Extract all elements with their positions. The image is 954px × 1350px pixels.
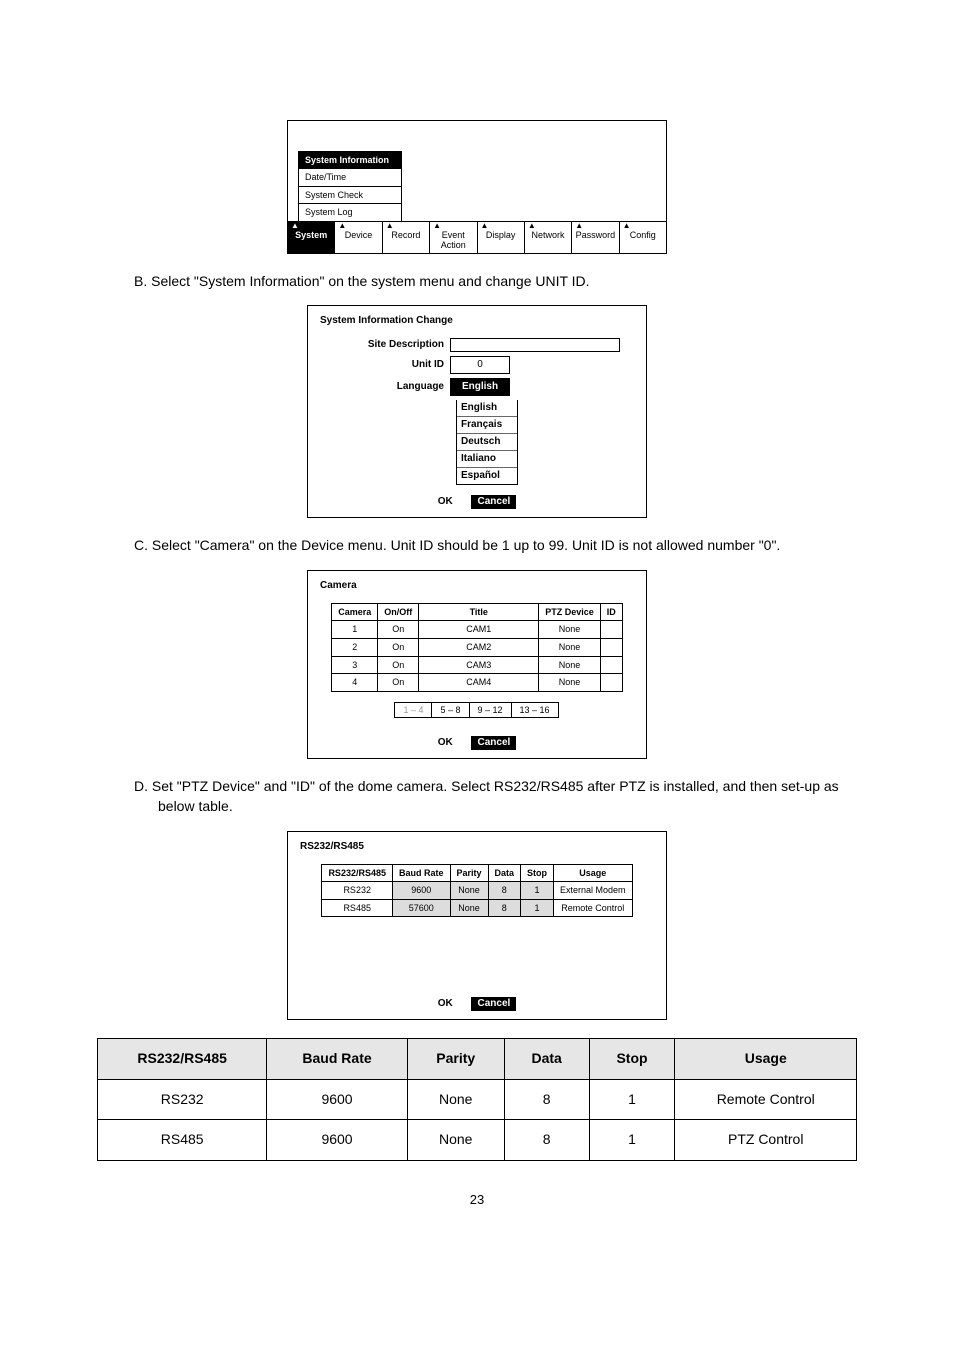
language-option[interactable]: Español	[457, 468, 517, 484]
language-option[interactable]: Italiano	[457, 451, 517, 468]
tab-password[interactable]: ▲Password	[572, 222, 619, 253]
camera-table: Camera On/Off Title PTZ Device ID 1OnCAM…	[331, 603, 623, 692]
dialog-title: RS232/RS485	[300, 840, 654, 854]
dialog-title: System Information Change	[320, 314, 634, 328]
cancel-button[interactable]: Cancel	[471, 736, 516, 750]
table-row[interactable]: 3OnCAM3None	[332, 656, 623, 674]
tab-network[interactable]: ▲Network	[525, 222, 572, 253]
pager-segment[interactable]: 1 – 4	[394, 702, 432, 719]
site-description-field[interactable]	[450, 338, 620, 352]
menu-item-system-log[interactable]: System Log	[298, 203, 402, 222]
system-info-change-dialog: System Information Change Site Descripti…	[307, 305, 647, 518]
tab-display[interactable]: ▲Display	[478, 222, 525, 253]
table-row[interactable]: RS48557600None81Remote Control	[322, 899, 632, 917]
table-row[interactable]: 4OnCAM4None	[332, 674, 623, 692]
unit-id-label: Unit ID	[320, 358, 450, 372]
rs-table: RS232/RS485Baud RateParityDataStopUsage …	[321, 864, 632, 918]
step-d-text: D. Set "PTZ Device" and "ID" of the dome…	[134, 777, 864, 816]
pager-segment[interactable]: 5 – 8	[431, 702, 469, 719]
camera-pager: 1 – 45 – 89 – 1213 – 16	[320, 702, 634, 719]
tab-config[interactable]: ▲Config	[620, 222, 666, 253]
system-menu-dialog: System Information Date/Time System Chec…	[287, 120, 667, 254]
system-menu-area: System Information Date/Time System Chec…	[288, 121, 666, 221]
col-camera: Camera	[332, 603, 378, 621]
site-description-label: Site Description	[320, 338, 450, 352]
col-onoff: On/Off	[378, 603, 419, 621]
ok-button[interactable]: OK	[438, 998, 453, 1009]
table-header-row: RS232/RS485Baud RateParityDataStopUsage	[322, 864, 632, 882]
page-number: 23	[90, 1191, 864, 1209]
system-stack-menu: System Information Date/Time System Chec…	[298, 151, 402, 221]
rs-dialog: RS232/RS485 RS232/RS485Baud RateParityDa…	[287, 831, 667, 1021]
col-title: Title	[419, 603, 539, 621]
unit-id-field[interactable]: 0	[450, 356, 510, 374]
dialog-title: Camera	[320, 579, 634, 593]
table-row[interactable]: RS2329600None81External Modem	[322, 882, 632, 900]
camera-dialog: Camera Camera On/Off Title PTZ Device ID…	[307, 570, 647, 760]
cancel-button[interactable]: Cancel	[471, 997, 516, 1011]
language-option[interactable]: Français	[457, 417, 517, 434]
tab-record[interactable]: ▲Record	[383, 222, 430, 253]
menu-item-system-information[interactable]: System Information	[298, 151, 402, 170]
step-b-text: B. Select "System Information" on the sy…	[134, 272, 864, 292]
ok-button[interactable]: OK	[438, 737, 453, 748]
ok-button[interactable]: OK	[438, 496, 453, 507]
step-c-text: C. Select "Camera" on the Device menu. U…	[134, 536, 864, 556]
table-row: RS4859600None81PTZ Control	[98, 1120, 857, 1161]
table-row[interactable]: 1OnCAM1None	[332, 621, 623, 639]
pager-segment[interactable]: 9 – 12	[469, 702, 512, 719]
language-label: Language	[320, 380, 450, 394]
col-ptz: PTZ Device	[539, 603, 601, 621]
tab-bar: ▲System ▲Device ▲Record ▲Event Action ▲D…	[288, 221, 666, 253]
language-option[interactable]: Deutsch	[457, 434, 517, 451]
col-id: ID	[600, 603, 622, 621]
language-dropdown: English Français Deutsch Italiano Españo…	[456, 400, 518, 485]
summary-table: RS232/RS485Baud RateParityDataStopUsage …	[97, 1038, 857, 1161]
table-header-row: Camera On/Off Title PTZ Device ID	[332, 603, 623, 621]
tab-event-action[interactable]: ▲Event Action	[430, 222, 477, 253]
language-option[interactable]: English	[457, 400, 517, 417]
language-field[interactable]: English	[450, 378, 510, 396]
tab-system[interactable]: ▲System	[288, 222, 335, 253]
tab-device[interactable]: ▲Device	[335, 222, 382, 253]
menu-item-date-time[interactable]: Date/Time	[298, 168, 402, 187]
table-row[interactable]: 2OnCAM2None	[332, 638, 623, 656]
cancel-button[interactable]: Cancel	[471, 495, 516, 509]
pager-segment[interactable]: 13 – 16	[511, 702, 559, 719]
menu-item-system-check[interactable]: System Check	[298, 186, 402, 205]
table-header-row: RS232/RS485Baud RateParityDataStopUsage	[98, 1039, 857, 1080]
table-row: RS2329600None81Remote Control	[98, 1079, 857, 1120]
